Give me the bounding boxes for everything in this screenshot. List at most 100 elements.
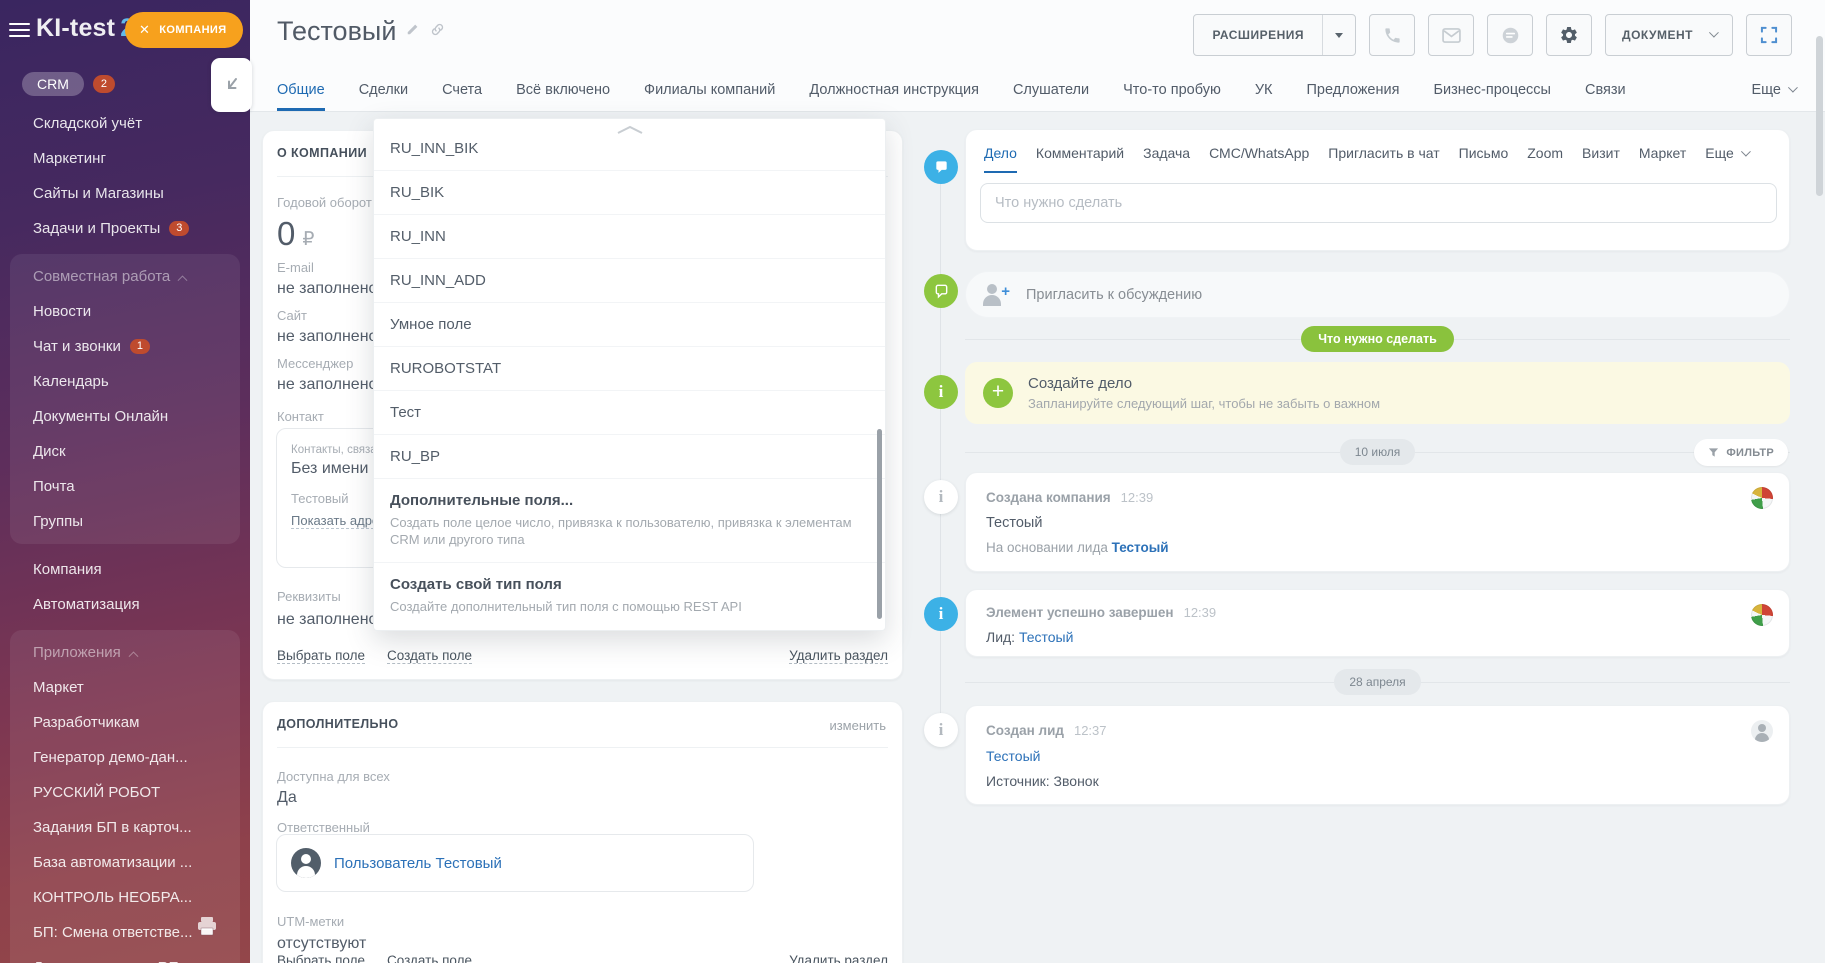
sidebar-item-market[interactable]: Маркет (10, 670, 240, 705)
tab-invoices[interactable]: Счета (442, 82, 482, 111)
sidebar-item-calendar[interactable]: Календарь (10, 364, 240, 399)
composer-tab-activity[interactable]: Дело (984, 145, 1017, 173)
composer-tab-task[interactable]: Задача (1143, 145, 1190, 173)
lead-link[interactable]: Тестоый (1019, 629, 1073, 645)
logo[interactable]: KI-test2 (36, 14, 134, 43)
create-field-link[interactable]: Создать поле (387, 953, 472, 963)
dropdown-item-extra-fields[interactable]: Дополнительные поля... Создать поле цело… (374, 479, 885, 563)
dropdown-item[interactable]: RUROBOTSTAT (374, 347, 885, 391)
sidebar-item-automation[interactable]: Автоматизация (0, 587, 250, 622)
sidebar-collapse-button[interactable] (211, 58, 252, 112)
composer-tab-invite-chat[interactable]: Пригласить в чат (1328, 145, 1439, 173)
extensions-dropdown-arrow[interactable] (1323, 15, 1355, 55)
sidebar-item-rest-docs[interactable]: Документация по RE... (10, 950, 240, 963)
email-button[interactable] (1428, 14, 1475, 56)
add-activity-icon[interactable]: + (983, 378, 1013, 408)
composer-tab-comment[interactable]: Комментарий (1036, 145, 1124, 173)
sidebar-item-demo-generator[interactable]: Генератор демо-дан... (10, 740, 240, 775)
sidebar-section-collaboration[interactable]: Совместная работа (10, 259, 240, 294)
settings-button[interactable] (1546, 14, 1593, 56)
invite-to-discussion[interactable]: + Пригласить к обсуждению (965, 271, 1790, 318)
composer-tab-more[interactable]: Еще (1705, 145, 1751, 173)
create-activity-promo[interactable]: + Создайте дело Запланируйте следующий ш… (965, 362, 1790, 424)
dropdown-item[interactable]: RU_BP (374, 435, 885, 479)
tab-links[interactable]: Связи (1585, 82, 1626, 111)
filter-button[interactable]: ФИЛЬТР (1694, 439, 1788, 466)
fullscreen-button[interactable] (1746, 14, 1792, 56)
dropdown-item[interactable]: Тест (374, 391, 885, 435)
site-value[interactable]: не заполнено (277, 328, 377, 346)
edit-title-icon[interactable] (406, 22, 420, 41)
printer-icon[interactable] (196, 916, 218, 941)
edit-section-link[interactable]: изменить (829, 718, 886, 733)
revenue-value[interactable]: 0 ₽ (277, 215, 314, 253)
page-scrollbar[interactable] (1816, 36, 1823, 196)
timeline-entry-element-completed[interactable]: Элемент успешно завершен 12:39 Лид: Тест… (965, 589, 1790, 657)
sidebar-item-russian-robot[interactable]: РУССКИЙ РОБОТ (10, 775, 240, 810)
tab-branches[interactable]: Филиалы компаний (644, 82, 775, 111)
dropdown-item[interactable]: Умное поле (374, 303, 885, 347)
sidebar-item-disk[interactable]: Диск (10, 434, 240, 469)
responsible-user-box[interactable]: Пользователь Тестовый (276, 834, 754, 892)
tab-business-processes[interactable]: Бизнес-процессы (1433, 82, 1551, 111)
sidebar-item-mail[interactable]: Почта (10, 469, 240, 504)
sidebar-item-docs-online[interactable]: Документы Онлайн (10, 399, 240, 434)
tab-trying[interactable]: Что-то пробую (1123, 82, 1221, 111)
tab-uk[interactable]: УК (1255, 82, 1273, 111)
composer-tab-market[interactable]: Маркет (1639, 145, 1686, 173)
document-button[interactable]: ДОКУМЕНТ (1605, 14, 1733, 56)
close-icon[interactable]: ✕ (139, 22, 150, 38)
responsible-user-link[interactable]: Пользователь Тестовый (334, 855, 502, 872)
sidebar-item-groups[interactable]: Группы (10, 504, 240, 539)
sidebar-item-company[interactable]: Компания (0, 552, 250, 587)
tab-general[interactable]: Общие (277, 82, 325, 111)
sidebar-item-developers[interactable]: Разработчикам (10, 705, 240, 740)
timeline-entry-lead-created[interactable]: Создан лид 12:37 Тестоый Источник: Звоно… (965, 705, 1790, 805)
select-field-link[interactable]: Выбрать поле (277, 648, 366, 664)
composer-tab-letter[interactable]: Письмо (1459, 145, 1509, 173)
show-address-link[interactable]: Показать адре (291, 513, 380, 529)
access-value[interactable]: Да (277, 789, 297, 807)
delete-section-link[interactable]: Удалить раздел (789, 953, 888, 963)
dropdown-item-custom-type[interactable]: Создать свой тип поля Создайте дополните… (374, 563, 885, 629)
sidebar-section-apps[interactable]: Приложения (10, 635, 240, 670)
openlines-button[interactable] (1487, 14, 1534, 56)
scroll-up-chevron-icon[interactable] (615, 122, 645, 140)
timeline-entry-company-created[interactable]: Создана компания 12:39 Тестоый На основа… (965, 472, 1790, 572)
tab-job-description[interactable]: Должностная инструкция (809, 82, 979, 111)
copy-link-icon[interactable] (430, 22, 445, 42)
dropdown-scrollbar[interactable] (877, 429, 882, 619)
composer-tab-zoom[interactable]: Zoom (1527, 145, 1563, 173)
email-value[interactable]: не заполнено (277, 280, 377, 298)
select-field-link[interactable]: Выбрать поле (277, 953, 365, 963)
composer-tab-visit[interactable]: Визит (1582, 145, 1620, 173)
sidebar-item-tasks[interactable]: Задачи и Проекты 3 (0, 211, 250, 246)
lead-link[interactable]: Тестоый (1112, 540, 1169, 555)
tab-deals[interactable]: Сделки (359, 82, 408, 111)
call-button[interactable] (1369, 14, 1416, 56)
composer-tab-sms[interactable]: СМС/WhatsApp (1209, 145, 1309, 173)
tab-listeners[interactable]: Слушатели (1013, 82, 1089, 111)
company-badge[interactable]: ✕ КОМПАНИЯ (125, 12, 243, 48)
sidebar-item-bp-tasks[interactable]: Задания БП в карточ... (10, 810, 240, 845)
sidebar-item-crm[interactable]: CRM (22, 72, 84, 96)
sidebar-item-warehouse[interactable]: Складской учёт (0, 106, 250, 141)
sidebar-item-control[interactable]: КОНТРОЛЬ НЕОБРА... (10, 880, 240, 915)
stage-pill[interactable]: Что нужно сделать (1301, 326, 1454, 352)
sidebar-item-news[interactable]: Новости (10, 294, 240, 329)
dropdown-item[interactable]: RU_BIK (374, 171, 885, 215)
dropdown-item[interactable]: RU_INN_ADD (374, 259, 885, 303)
sidebar-item-automation-base[interactable]: База автоматизации ... (10, 845, 240, 880)
create-field-link[interactable]: Создать поле (387, 648, 473, 664)
requisites-value[interactable]: не заполнено (277, 611, 377, 629)
sidebar-item-chat[interactable]: Чат и звонки 1 (10, 329, 240, 364)
delete-section-link[interactable]: Удалить раздел (789, 648, 888, 664)
messenger-value[interactable]: не заполнено (277, 376, 377, 394)
todo-input[interactable] (980, 183, 1777, 223)
sidebar-item-marketing[interactable]: Маркетинг (0, 141, 250, 176)
dropdown-item[interactable]: RU_INN (374, 215, 885, 259)
sidebar-item-sites[interactable]: Сайты и Магазины (0, 176, 250, 211)
lead-link[interactable]: Тестоый (986, 748, 1769, 764)
extensions-button[interactable]: РАСШИРЕНИЯ (1193, 14, 1357, 56)
tab-all-included[interactable]: Всё включено (516, 82, 610, 111)
